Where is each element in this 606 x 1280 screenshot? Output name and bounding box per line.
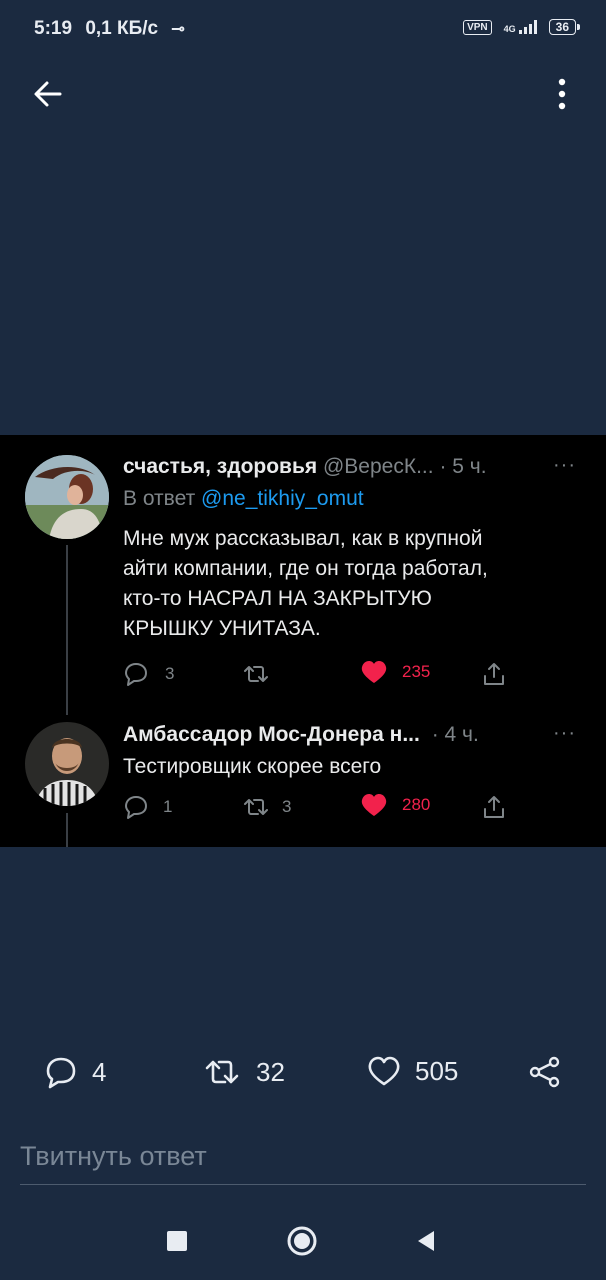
like-count: 280 — [402, 795, 431, 814]
more-menu-button[interactable] — [552, 76, 572, 112]
retweet-button[interactable]: 3 — [240, 794, 291, 820]
retweet-icon — [244, 799, 268, 815]
retweet-button[interactable]: 32 — [202, 1055, 285, 1089]
tweet-line: айти компании, где он тогда работал, — [123, 557, 488, 580]
tweet-line: Мне муж рассказывал, как в крупной — [123, 527, 483, 550]
home-button[interactable] — [286, 1225, 318, 1257]
avatar[interactable] — [25, 455, 109, 539]
tweet-time: · 4 ч. — [431, 723, 479, 746]
status-right: VPN 4G 36 — [463, 19, 581, 35]
signal-icon: 4G — [504, 20, 537, 34]
heart-filled-icon — [361, 661, 387, 683]
reply-input[interactable]: Твитнуть ответ — [20, 1136, 586, 1185]
top-bar — [0, 60, 606, 130]
back-button[interactable] — [30, 76, 66, 112]
share-icon — [484, 796, 504, 818]
tweet-header: счастья, здоровья @ВересК... · 5 ч. — [123, 455, 487, 479]
more-icon: ··· — [553, 454, 576, 476]
like-button[interactable]: 235 — [360, 659, 430, 685]
like-button[interactable]: 280 — [360, 792, 430, 818]
tweet-text: Мне муж рассказывал, как в крупной айти … — [123, 524, 583, 644]
tweet-screenshot[interactable]: счастья, здоровья @ВересК... · 5 ч. ··· … — [0, 435, 606, 847]
retweet-button[interactable] — [240, 661, 272, 687]
key-icon: ⊸ — [171, 21, 185, 38]
battery-indicator: 36 — [548, 19, 581, 35]
thread-line — [66, 545, 68, 715]
author-name[interactable]: счастья, здоровья — [123, 455, 317, 478]
tweet-more-button[interactable]: ··· — [553, 453, 576, 477]
retweet-icon — [244, 666, 268, 682]
reply-count: 3 — [165, 664, 175, 683]
share-button[interactable] — [528, 1055, 562, 1089]
tweet-time: · 5 ч. — [439, 455, 487, 478]
reply-label: В ответ — [123, 487, 196, 510]
retweet-count: 3 — [282, 797, 292, 816]
reply-button[interactable]: 1 — [123, 794, 172, 820]
like-count: 505 — [415, 1055, 459, 1086]
network-speed: 0,1 КБ/с — [85, 18, 159, 39]
like-count: 235 — [402, 662, 431, 681]
arrow-left-icon — [34, 81, 62, 107]
status-bar: 5:19 0,1 КБ/с ⊸ VPN 4G 36 — [0, 0, 606, 60]
tweet-header: Амбассадор Мос-Донера н... · 4 ч. — [123, 723, 479, 747]
status-left: 5:19 0,1 КБ/с ⊸ — [34, 18, 193, 40]
back-nav-button[interactable] — [414, 1229, 438, 1253]
vpn-badge: VPN — [463, 19, 492, 35]
comment-icon — [46, 1057, 76, 1089]
share-icon — [484, 663, 504, 685]
reply-button[interactable]: 4 — [44, 1055, 106, 1089]
tweet-text: Тестировщик скорее всего — [123, 755, 382, 778]
tweet-line: КРЫШКУ УНИТАЗА. — [123, 617, 321, 640]
heart-icon — [368, 1056, 400, 1086]
more-icon: ··· — [553, 722, 576, 744]
reply-button[interactable]: 3 — [123, 661, 174, 687]
retweet-count: 32 — [256, 1056, 285, 1087]
avatar[interactable] — [25, 722, 109, 806]
comment-icon — [125, 796, 147, 819]
heart-filled-icon — [361, 794, 387, 816]
share-network-icon — [529, 1056, 560, 1088]
reply-count: 4 — [92, 1056, 107, 1087]
author-name[interactable]: Амбассадор Мос-Донера н... — [123, 723, 420, 746]
system-nav-bar — [0, 1205, 606, 1280]
tweet-line: кто-то НАСРАЛ НА ЗАКРЫТУЮ — [123, 587, 432, 610]
reply-context: В ответ @ne_tikhiy_omut — [123, 487, 364, 511]
clock: 5:19 — [34, 18, 73, 39]
like-button[interactable]: 505 — [367, 1055, 458, 1087]
tweet-more-button[interactable]: ··· — [553, 721, 576, 745]
share-button[interactable] — [482, 794, 506, 820]
retweet-icon — [205, 1060, 239, 1084]
reply-to-link[interactable]: @ne_tikhiy_omut — [201, 487, 364, 510]
more-vertical-icon — [558, 78, 566, 110]
author-handle: @ВересК... — [322, 455, 434, 478]
recent-apps-button[interactable] — [166, 1230, 188, 1252]
tweet-action-bar: 4 32 505 — [0, 1045, 606, 1105]
share-button[interactable] — [482, 661, 506, 687]
thread-line — [66, 813, 68, 847]
comment-icon — [125, 663, 147, 686]
reply-count: 1 — [163, 797, 173, 816]
